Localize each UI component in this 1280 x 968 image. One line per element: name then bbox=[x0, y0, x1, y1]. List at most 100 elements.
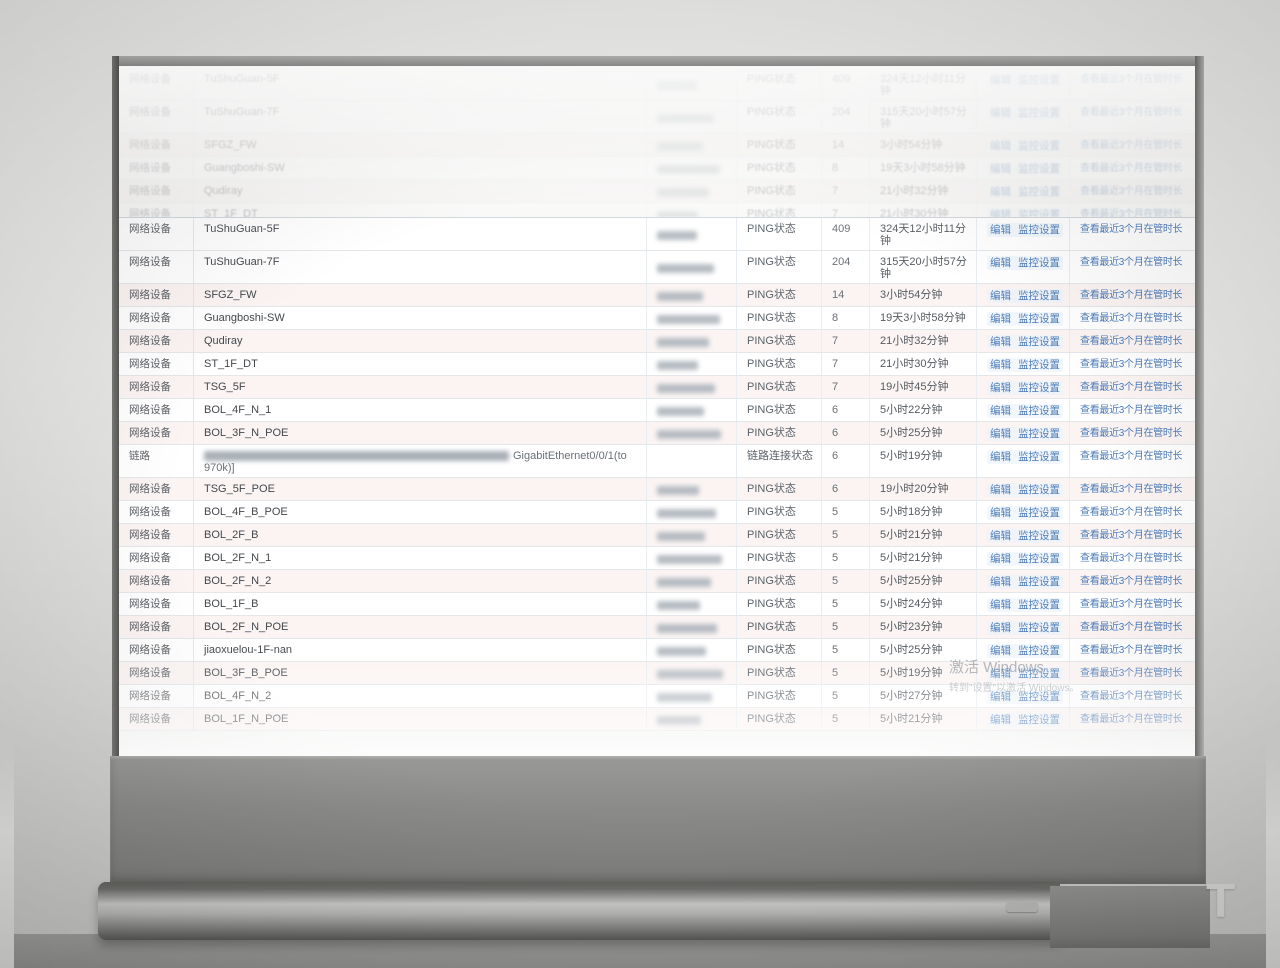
device-name[interactable]: BOL_4F_B_POE bbox=[193, 501, 646, 523]
device-name[interactable]: ST_1F_DT bbox=[193, 353, 646, 375]
view-history-link[interactable]: 查看最近3个月在管时长 bbox=[1080, 313, 1182, 324]
monitor-settings-link[interactable]: 监控设置 bbox=[1018, 599, 1060, 611]
edit-link[interactable]: 编辑 bbox=[990, 645, 1011, 657]
device-name[interactable]: GigabitEthernet0/0/1(to 970k)] bbox=[193, 445, 646, 477]
view-history-link[interactable]: 查看最近3个月在管时长 bbox=[1080, 74, 1182, 85]
view-history-link[interactable]: 查看最近3个月在管时长 bbox=[1080, 224, 1182, 235]
edit-link[interactable]: 编辑 bbox=[990, 107, 1011, 119]
edit-link[interactable]: 编辑 bbox=[990, 451, 1011, 463]
monitor-settings-link[interactable]: 监控设置 bbox=[1018, 209, 1060, 217]
device-name[interactable]: ST_1F_DT bbox=[193, 203, 646, 217]
device-name[interactable]: BOL_3F_N_POE bbox=[193, 422, 646, 444]
edit-link[interactable]: 编辑 bbox=[990, 224, 1011, 236]
monitor-settings-link[interactable]: 监控设置 bbox=[1018, 405, 1060, 417]
edit-link[interactable]: 编辑 bbox=[990, 209, 1011, 217]
monitor-settings-link[interactable]: 监控设置 bbox=[1018, 691, 1060, 703]
edit-link[interactable]: 编辑 bbox=[990, 714, 1011, 726]
device-name[interactable]: jiaoxuelou-1F-nan bbox=[193, 639, 646, 661]
monitor-settings-link[interactable]: 监控设置 bbox=[1018, 576, 1060, 588]
view-history-link[interactable]: 查看最近3个月在管时长 bbox=[1080, 107, 1182, 118]
edit-link[interactable]: 编辑 bbox=[990, 484, 1011, 496]
device-name[interactable]: BOL_3F_B_POE bbox=[193, 662, 646, 684]
edit-link[interactable]: 编辑 bbox=[990, 257, 1011, 269]
device-name[interactable]: BOL_2F_N_2 bbox=[193, 570, 646, 592]
power-button[interactable] bbox=[1006, 902, 1038, 912]
monitor-settings-link[interactable]: 监控设置 bbox=[1018, 451, 1060, 463]
monitor-settings-link[interactable]: 监控设置 bbox=[1018, 714, 1060, 726]
device-name[interactable]: SFGZ_FW bbox=[193, 284, 646, 306]
view-history-link[interactable]: 查看最近3个月在管时长 bbox=[1080, 507, 1182, 518]
monitor-settings-link[interactable]: 监控设置 bbox=[1018, 359, 1060, 371]
monitor-settings-link[interactable]: 监控设置 bbox=[1018, 336, 1060, 348]
edit-link[interactable]: 编辑 bbox=[990, 553, 1011, 565]
view-history-link[interactable]: 查看最近3个月在管时长 bbox=[1080, 290, 1182, 301]
view-history-link[interactable]: 查看最近3个月在管时长 bbox=[1080, 186, 1182, 197]
edit-link[interactable]: 编辑 bbox=[990, 691, 1011, 703]
device-name[interactable]: SFGZ_FW bbox=[193, 134, 646, 156]
monitor-settings-link[interactable]: 监控设置 bbox=[1018, 290, 1060, 302]
device-name[interactable]: Guangboshi-SW bbox=[193, 157, 646, 179]
edit-link[interactable]: 编辑 bbox=[990, 290, 1011, 302]
edit-link[interactable]: 编辑 bbox=[990, 74, 1011, 86]
edit-link[interactable]: 编辑 bbox=[990, 622, 1011, 634]
edit-link[interactable]: 编辑 bbox=[990, 140, 1011, 152]
edit-link[interactable]: 编辑 bbox=[990, 530, 1011, 542]
device-name[interactable]: BOL_1F_N_POE bbox=[193, 708, 646, 730]
monitor-settings-link[interactable]: 监控设置 bbox=[1018, 224, 1060, 236]
edit-link[interactable]: 编辑 bbox=[990, 313, 1011, 325]
device-name[interactable]: BOL_1F_B bbox=[193, 593, 646, 615]
device-name[interactable]: TSG_5F_POE bbox=[193, 478, 646, 500]
view-history-link[interactable]: 查看最近3个月在管时长 bbox=[1080, 163, 1182, 174]
device-name[interactable]: TuShuGuan-5F bbox=[193, 68, 646, 100]
view-history-link[interactable]: 查看最近3个月在管时长 bbox=[1080, 140, 1182, 151]
view-history-link[interactable]: 查看最近3个月在管时长 bbox=[1080, 530, 1182, 541]
edit-link[interactable]: 编辑 bbox=[990, 428, 1011, 440]
monitor-settings-link[interactable]: 监控设置 bbox=[1018, 668, 1060, 680]
edit-link[interactable]: 编辑 bbox=[990, 336, 1011, 348]
view-history-link[interactable]: 查看最近3个月在管时长 bbox=[1080, 451, 1182, 462]
view-history-link[interactable]: 查看最近3个月在管时长 bbox=[1080, 359, 1182, 370]
device-name[interactable]: TuShuGuan-7F bbox=[193, 101, 646, 133]
monitor-settings-link[interactable]: 监控设置 bbox=[1018, 107, 1060, 119]
edit-link[interactable]: 编辑 bbox=[990, 382, 1011, 394]
monitor-settings-link[interactable]: 监控设置 bbox=[1018, 163, 1060, 175]
monitor-settings-link[interactable]: 监控设置 bbox=[1018, 645, 1060, 657]
view-history-link[interactable]: 查看最近3个月在管时长 bbox=[1080, 645, 1182, 656]
edit-link[interactable]: 编辑 bbox=[990, 359, 1011, 371]
view-history-link[interactable]: 查看最近3个月在管时长 bbox=[1080, 576, 1182, 587]
device-name[interactable]: BOL_2F_N_1 bbox=[193, 547, 646, 569]
monitor-settings-link[interactable]: 监控设置 bbox=[1018, 622, 1060, 634]
view-history-link[interactable]: 查看最近3个月在管时长 bbox=[1080, 668, 1182, 679]
device-name[interactable]: BOL_4F_N_2 bbox=[193, 685, 646, 707]
monitor-settings-link[interactable]: 监控设置 bbox=[1018, 186, 1060, 198]
view-history-link[interactable]: 查看最近3个月在管时长 bbox=[1080, 553, 1182, 564]
monitor-settings-link[interactable]: 监控设置 bbox=[1018, 553, 1060, 565]
view-history-link[interactable]: 查看最近3个月在管时长 bbox=[1080, 691, 1182, 702]
device-name[interactable]: Qudiray bbox=[193, 180, 646, 202]
edit-link[interactable]: 编辑 bbox=[990, 507, 1011, 519]
device-name[interactable]: BOL_4F_N_1 bbox=[193, 399, 646, 421]
monitor-settings-link[interactable]: 监控设置 bbox=[1018, 140, 1060, 152]
monitor-settings-link[interactable]: 监控设置 bbox=[1018, 507, 1060, 519]
view-history-link[interactable]: 查看最近3个月在管时长 bbox=[1080, 405, 1182, 416]
edit-link[interactable]: 编辑 bbox=[990, 576, 1011, 588]
view-history-link[interactable]: 查看最近3个月在管时长 bbox=[1080, 599, 1182, 610]
edit-link[interactable]: 编辑 bbox=[990, 668, 1011, 680]
edit-link[interactable]: 编辑 bbox=[990, 163, 1011, 175]
device-name[interactable]: BOL_2F_B bbox=[193, 524, 646, 546]
view-history-link[interactable]: 查看最近3个月在管时长 bbox=[1080, 336, 1182, 347]
edit-link[interactable]: 编辑 bbox=[990, 186, 1011, 198]
device-name[interactable]: Guangboshi-SW bbox=[193, 307, 646, 329]
device-name[interactable]: TuShuGuan-7F bbox=[193, 251, 646, 283]
view-history-link[interactable]: 查看最近3个月在管时长 bbox=[1080, 622, 1182, 633]
monitor-settings-link[interactable]: 监控设置 bbox=[1018, 530, 1060, 542]
monitor-settings-link[interactable]: 监控设置 bbox=[1018, 257, 1060, 269]
device-name[interactable]: TuShuGuan-5F bbox=[193, 218, 646, 250]
monitor-settings-link[interactable]: 监控设置 bbox=[1018, 484, 1060, 496]
view-history-link[interactable]: 查看最近3个月在管时长 bbox=[1080, 714, 1182, 725]
monitor-settings-link[interactable]: 监控设置 bbox=[1018, 313, 1060, 325]
view-history-link[interactable]: 查看最近3个月在管时长 bbox=[1080, 257, 1182, 268]
view-history-link[interactable]: 查看最近3个月在管时长 bbox=[1080, 428, 1182, 439]
view-history-link[interactable]: 查看最近3个月在管时长 bbox=[1080, 209, 1182, 217]
device-name[interactable]: Qudiray bbox=[193, 330, 646, 352]
